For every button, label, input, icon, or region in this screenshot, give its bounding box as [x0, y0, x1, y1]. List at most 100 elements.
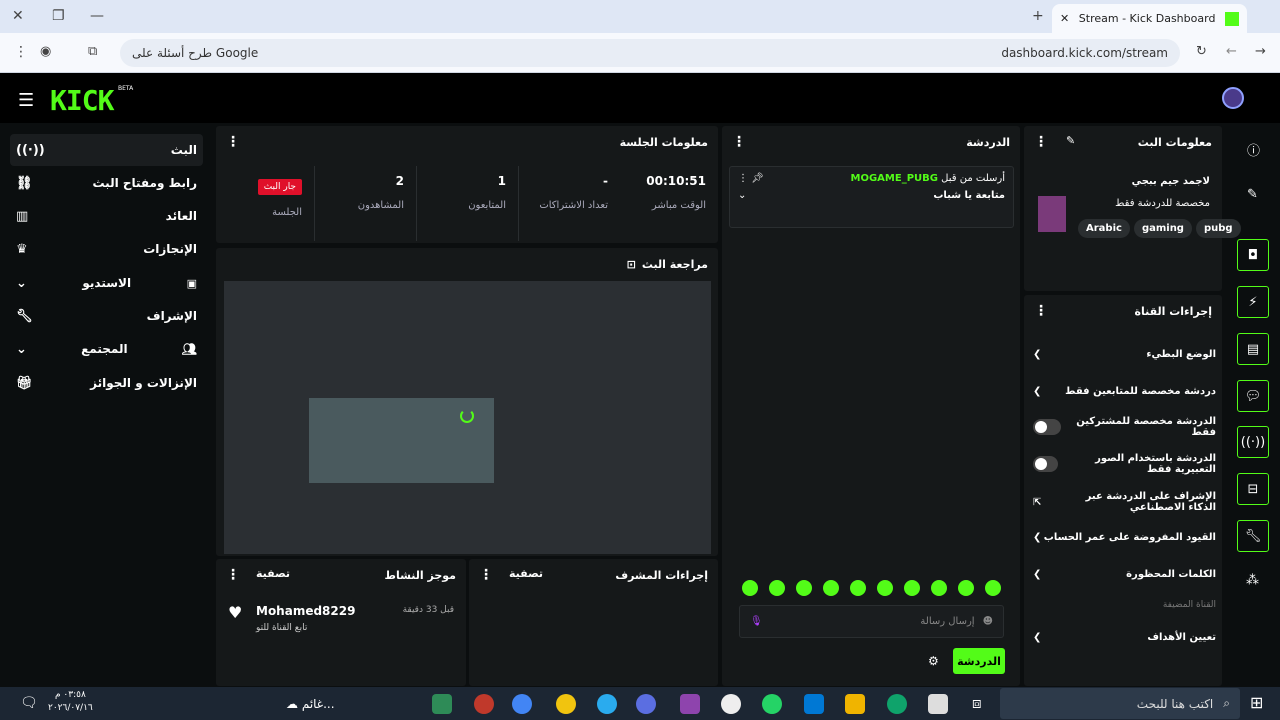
- action-slow-mode[interactable]: الوضع البطيء ❯: [1033, 339, 1216, 369]
- store-icon[interactable]: [928, 694, 948, 714]
- emote-icon[interactable]: [823, 580, 839, 596]
- file-explorer-icon[interactable]: [845, 694, 865, 714]
- sidebar-item-drops[interactable]: الإنزالات و الجوائز 🎁︎: [10, 367, 203, 399]
- tag-chip[interactable]: Arabic: [1078, 219, 1130, 238]
- tab-close-icon[interactable]: ✕: [1060, 12, 1069, 25]
- chat-username[interactable]: MOGAME_PUBG: [851, 173, 938, 184]
- emote-icon[interactable]: [850, 580, 866, 596]
- stream-preview[interactable]: [224, 281, 711, 554]
- browser-tab[interactable]: ✕ Stream - Kick Dashboard: [1052, 4, 1247, 33]
- modactions-filter[interactable]: تصفية: [509, 567, 543, 583]
- pin-icon[interactable]: 📌︎ ⋮: [738, 173, 764, 184]
- new-tab-icon[interactable]: +: [1032, 8, 1044, 24]
- emote-icon[interactable]: [958, 580, 974, 596]
- action-emotes-only[interactable]: الدردشة باستخدام الصور التعبيرية فقط: [1033, 449, 1216, 479]
- channel-menu-icon[interactable]: ⋮: [1034, 303, 1048, 319]
- edit-icon[interactable]: ✎: [1066, 134, 1075, 150]
- chevron-down-icon[interactable]: ⌄: [738, 190, 746, 201]
- close-window-icon[interactable]: ✕: [12, 8, 24, 24]
- stat-session: جار البث الجلسة: [216, 166, 314, 241]
- task-view-icon[interactable]: ⧈: [972, 694, 982, 712]
- action-account-age[interactable]: القيود المفروضة على عمر الحساب ❯: [1033, 522, 1216, 552]
- toggle-switch[interactable]: [1033, 419, 1061, 435]
- toggle-switch[interactable]: [1033, 456, 1058, 472]
- action-ai-moderation[interactable]: الإشراف على الدردشة عبر الذكاء الاصطناعي…: [1033, 486, 1216, 518]
- activity-user[interactable]: Mohamed8229: [256, 604, 355, 618]
- taskbar-app-icon[interactable]: [556, 694, 576, 714]
- rail-layout-button[interactable]: ⊟: [1237, 473, 1269, 505]
- info-icon[interactable]: ⓘ: [1247, 140, 1260, 159]
- notification-icon[interactable]: 🗨︎: [20, 695, 38, 711]
- rail-wrench-button[interactable]: 🔧︎: [1237, 520, 1269, 552]
- stream-name: لاجمد جيم ببجي: [1131, 176, 1210, 187]
- minimize-window-icon[interactable]: —: [90, 8, 104, 24]
- tag-chip[interactable]: gaming: [1133, 219, 1192, 238]
- taskbar-app-icon[interactable]: [474, 694, 494, 714]
- tag-chip[interactable]: pubg: [1195, 219, 1241, 238]
- action-goals[interactable]: تعيين الأهداف ❯: [1033, 622, 1216, 652]
- activity-menu-icon[interactable]: ⋮: [226, 567, 240, 583]
- sidebar-item-achievements[interactable]: الإنجازات ♛: [10, 233, 203, 265]
- session-menu-icon[interactable]: ⋮: [226, 134, 240, 150]
- streaminfo-menu-icon[interactable]: ⋮: [1034, 134, 1048, 150]
- sidebar-item-community[interactable]: 👥︎ المجتمع ⌄: [10, 333, 203, 365]
- telegram-icon[interactable]: [597, 694, 617, 714]
- windows-start-icon[interactable]: ⊞: [1250, 693, 1263, 712]
- sidebar-item-moderation[interactable]: الإشراف 🔧︎: [10, 300, 203, 332]
- chat-input[interactable]: ☻ إرسال رسالة 🎙︎: [739, 605, 1004, 638]
- restore-window-icon[interactable]: ❐: [52, 8, 65, 24]
- profile-icon[interactable]: ◉: [40, 44, 51, 59]
- taskbar-search[interactable]: ⌕ اكتب هنا للبحث: [1000, 688, 1240, 719]
- outlook-icon[interactable]: [804, 694, 824, 714]
- microphone-icon[interactable]: 🎙︎: [750, 616, 763, 627]
- emote-icon[interactable]: [931, 580, 947, 596]
- action-banned-words[interactable]: الكلمات المحظورة ❯: [1033, 559, 1216, 589]
- avatar[interactable]: [1222, 87, 1244, 109]
- taskbar-app-icon[interactable]: [432, 694, 452, 714]
- edit-icon[interactable]: ✎: [1247, 187, 1258, 202]
- reload-icon[interactable]: ↻: [1196, 44, 1207, 59]
- taskbar-app-icon[interactable]: [721, 694, 741, 714]
- emote-icon[interactable]: [985, 580, 1001, 596]
- shapes-icon[interactable]: ⁂: [1246, 573, 1259, 588]
- kick-logo[interactable]: KICK: [50, 84, 114, 117]
- emote-icon[interactable]: [796, 580, 812, 596]
- rail-lightning-button[interactable]: ⚡︎: [1237, 286, 1269, 318]
- chat-menu-icon[interactable]: ⋮: [732, 134, 746, 150]
- kick-favicon-icon: [1225, 11, 1239, 26]
- chrome-icon[interactable]: [512, 694, 532, 714]
- rail-notes-button[interactable]: ▤: [1237, 333, 1269, 365]
- extensions-icon[interactable]: ⧉: [88, 44, 97, 59]
- emoji-icon[interactable]: ☻: [983, 616, 993, 627]
- emote-icon[interactable]: [769, 580, 785, 596]
- chevron-right-icon: ❯: [1033, 348, 1042, 360]
- menu-icon[interactable]: ⋮: [14, 44, 28, 60]
- sidebar-item-revenue[interactable]: العائد ▥: [10, 200, 203, 232]
- url-box[interactable]: طرح أسئلة على Google dashboard.kick.com/…: [120, 39, 1180, 67]
- forward-icon[interactable]: ←: [1226, 44, 1237, 59]
- rail-camera-button[interactable]: ◘: [1237, 239, 1269, 271]
- emote-icon[interactable]: [904, 580, 920, 596]
- activity-filter[interactable]: تصفية: [256, 567, 290, 583]
- weather-widget[interactable]: ☁ غائم...: [286, 697, 335, 711]
- chat-send-button[interactable]: الدردشة: [953, 648, 1005, 674]
- sidebar-item-stream[interactable]: البث ((·)): [10, 134, 203, 166]
- action-subscribers-only[interactable]: الدردشة مخصصة للمشتركين فقط: [1033, 412, 1216, 442]
- rail-chat-button[interactable]: 💬︎: [1237, 380, 1269, 412]
- back-icon[interactable]: →: [1255, 44, 1266, 59]
- emote-icon[interactable]: [877, 580, 893, 596]
- edge-icon[interactable]: [887, 694, 907, 714]
- sidebar-item-stream-key[interactable]: رابط ومفتاح البث ⛓: [10, 167, 203, 199]
- rail-broadcast-button[interactable]: ((·)): [1237, 426, 1269, 458]
- gear-icon[interactable]: ⚙: [928, 654, 939, 668]
- modactions-menu-icon[interactable]: ⋮: [479, 567, 493, 583]
- taskbar-app-icon[interactable]: [636, 694, 656, 714]
- whatsapp-icon[interactable]: [762, 694, 782, 714]
- hamburger-menu-icon[interactable]: ☰: [18, 90, 34, 111]
- emote-icon[interactable]: [742, 580, 758, 596]
- taskbar-clock[interactable]: ٠٣:٥٨ م ٢٠٢٦/٠٧/١٦: [48, 689, 93, 715]
- sidebar-item-studio[interactable]: ▣ الاستديو ⌄: [10, 267, 203, 299]
- action-followers-only[interactable]: دردشة مخصصة للمتابعين فقط ❯: [1033, 376, 1216, 406]
- taskbar-app-icon[interactable]: [680, 694, 700, 714]
- broadcast-icon: ((·)): [16, 142, 45, 158]
